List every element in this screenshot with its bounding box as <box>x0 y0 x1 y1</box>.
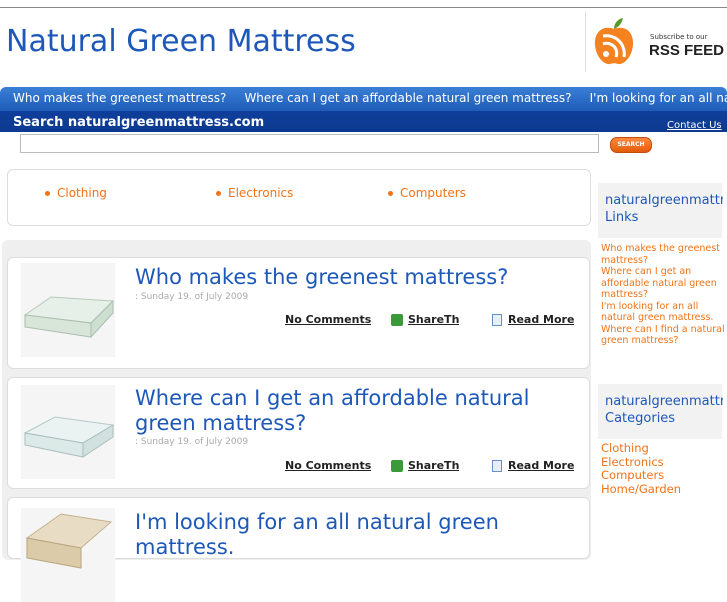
post-thumbnail[interactable] <box>21 385 115 479</box>
top-divider <box>0 7 727 8</box>
sidebar-link[interactable]: Where can I find a natural green mattres… <box>601 324 725 347</box>
nav-item-greenest[interactable]: Who makes the greenest mattress? <box>13 87 226 109</box>
rss-separator <box>585 12 586 72</box>
post-thumbnail[interactable] <box>21 263 115 357</box>
document-icon <box>492 460 502 472</box>
sidebar-categories-title-site: naturalgreenmattress.com <box>605 394 723 409</box>
sidebar-links-list: Who makes the greenest mattress? Where c… <box>601 243 725 347</box>
sidebar-link[interactable]: I'm looking for an all natural green mat… <box>601 301 725 324</box>
nav-item-all-natural[interactable]: I'm looking for an all natural green mat… <box>590 87 727 109</box>
sidebar-links-title-site: naturalgreenmattress.com <box>605 193 723 208</box>
category-label: Clothing <box>57 186 107 200</box>
nav-item-affordable[interactable]: Where can I get an affordable natural gr… <box>244 87 571 109</box>
top-navigation: Who makes the greenest mattress? Where c… <box>0 87 727 111</box>
sidebar-category[interactable]: Home/Garden <box>601 482 681 497</box>
rss-feed-link[interactable]: RSS FEED <box>649 42 724 59</box>
search-label: Search naturalgreenmattress.com <box>13 115 265 130</box>
rss-apple-icon[interactable] <box>592 17 636 67</box>
post-title[interactable]: Where can I get an affordable natural gr… <box>135 386 555 436</box>
post-thumbnail[interactable] <box>21 508 115 602</box>
post-title[interactable]: I'm looking for an all natural green mat… <box>135 510 555 560</box>
search-input[interactable] <box>20 134 599 153</box>
comments-link[interactable]: No Comments <box>285 313 371 326</box>
category-label: Electronics <box>228 186 294 200</box>
bullet-icon <box>45 191 50 196</box>
sidebar-categories-list: Clothing Electronics Computers Home/Gard… <box>601 441 681 497</box>
contact-us-link[interactable]: Contact Us <box>667 120 722 131</box>
sidebar-link[interactable]: Who makes the greenest mattress? <box>601 243 725 266</box>
document-icon <box>492 314 502 326</box>
sharethis-link[interactable]: ShareThis <box>408 459 459 472</box>
sidebar-category[interactable]: Clothing <box>601 441 681 456</box>
search-button[interactable]: SEARCH <box>610 137 652 153</box>
sidebar-categories-title-word: Categories <box>605 411 676 426</box>
comments-link[interactable]: No Comments <box>285 459 371 472</box>
sidebar-categories-title: naturalgreenmattress.com Categories <box>605 393 723 427</box>
post-title[interactable]: Who makes the greenest mattress? <box>135 265 575 290</box>
post-date: : Sunday 19. of July 2009 <box>135 437 249 447</box>
category-computers[interactable]: Computers <box>388 186 466 200</box>
read-more-link[interactable]: Read More <box>508 313 574 326</box>
category-clothing[interactable]: Clothing <box>45 186 107 200</box>
category-label: Computers <box>400 186 466 200</box>
bullet-icon <box>388 191 393 196</box>
share-icon[interactable] <box>391 460 403 472</box>
sidebar-links-title: naturalgreenmattress.com Links <box>605 192 723 226</box>
sidebar-category[interactable]: Electronics <box>601 455 681 470</box>
share-icon[interactable] <box>391 314 403 326</box>
read-more-link[interactable]: Read More <box>508 459 574 472</box>
sharethis-link[interactable]: ShareThis <box>408 313 459 326</box>
bullet-icon <box>216 191 221 196</box>
sidebar-links-title-word: Links <box>605 210 639 225</box>
sidebar-category[interactable]: Computers <box>601 468 681 483</box>
site-title[interactable]: Natural Green Mattress <box>6 24 356 59</box>
rss-subscribe-text: Subscribe to our <box>650 33 708 41</box>
sidebar-link[interactable]: Where can I get an affordable natural gr… <box>601 266 725 301</box>
post-date: : Sunday 19. of July 2009 <box>135 292 249 302</box>
category-electronics[interactable]: Electronics <box>216 186 293 200</box>
